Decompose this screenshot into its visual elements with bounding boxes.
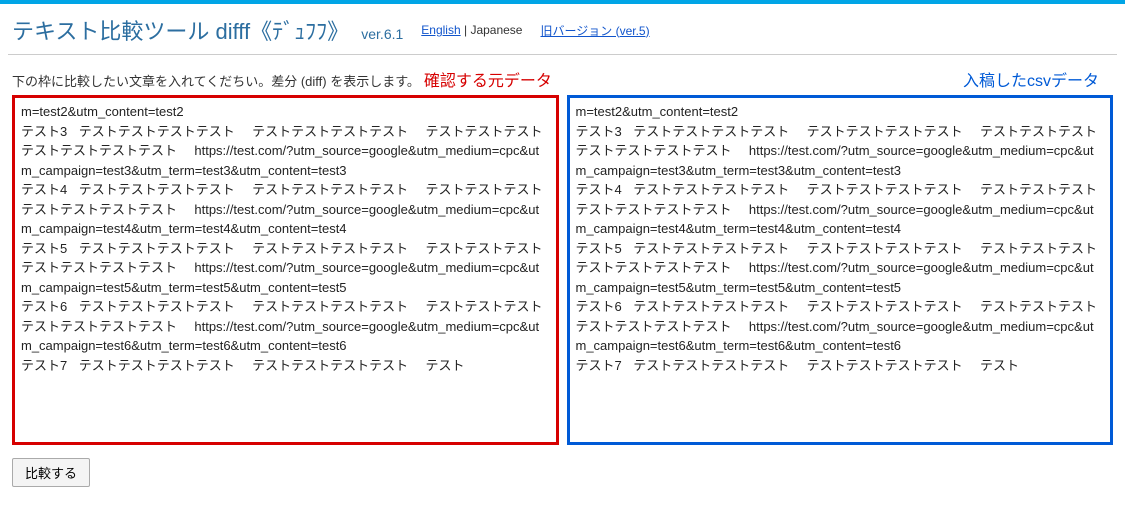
old-version-link[interactable]: 旧バージョン (ver.5): [540, 24, 649, 38]
left-textarea[interactable]: [12, 95, 559, 445]
old-version: 旧バージョン (ver.5): [540, 22, 649, 39]
header-divider: [8, 54, 1117, 55]
compare-panes: [0, 95, 1125, 448]
lang-japanese: Japanese: [470, 23, 522, 37]
left-pane: [12, 95, 559, 448]
page-title: テキスト比較ツール difff《ﾃﾞｭﾌﾌ》 ver.6.1: [12, 14, 403, 46]
instruction-row: 下の枠に比較したい文章を入れてくだちい。差分 (diff) を表示します。 確認…: [0, 63, 1125, 95]
compare-button[interactable]: 比較する: [12, 458, 90, 487]
right-pane: [567, 95, 1114, 448]
lang-english-link[interactable]: English: [421, 23, 460, 37]
title-main: テキスト比較ツール difff《ﾃﾞｭﾌﾌ》: [12, 19, 349, 44]
lang-sep: |: [461, 23, 471, 37]
button-row: 比較する: [0, 448, 1125, 497]
right-textarea[interactable]: [567, 95, 1114, 445]
left-pane-label: 確認する元データ: [424, 67, 552, 91]
version: ver.6.1: [361, 26, 403, 42]
header: テキスト比較ツール difff《ﾃﾞｭﾌﾌ》 ver.6.1 English |…: [0, 4, 1125, 54]
language-switch: English | Japanese: [421, 23, 522, 37]
instructions: 下の枠に比較したい文章を入れてくだちい。差分 (diff) を表示します。: [12, 71, 420, 90]
right-pane-label: 入稿したcsvデータ: [963, 67, 1099, 91]
